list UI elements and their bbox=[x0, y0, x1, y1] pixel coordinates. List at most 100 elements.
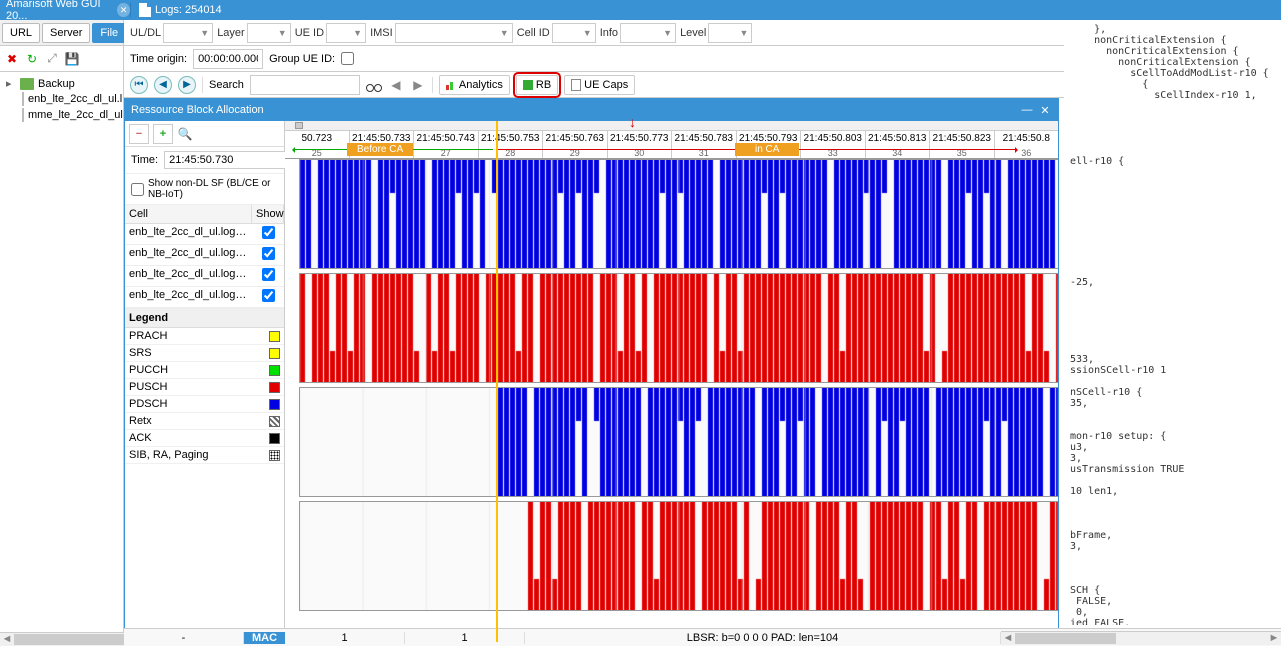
show-non-dl-checkbox[interactable] bbox=[131, 183, 144, 196]
rb-track bbox=[299, 501, 1058, 611]
logs-title: Logs: 254014 bbox=[155, 4, 222, 16]
tab-file[interactable]: File bbox=[92, 23, 126, 43]
layer-label: Layer bbox=[217, 27, 245, 39]
legend-row: PUCCH bbox=[125, 362, 284, 379]
cell-row[interactable]: enb_lte_2cc_dl_ul.log.zip/#2 DL bbox=[125, 266, 284, 287]
rb-button[interactable]: RB bbox=[516, 75, 558, 95]
cell-column-header[interactable]: Cell bbox=[125, 205, 252, 223]
legend-label: PUSCH bbox=[129, 381, 168, 393]
cell-show-checkbox[interactable] bbox=[252, 266, 284, 286]
level-label: Level bbox=[680, 27, 706, 39]
rb-allocation-window: Ressource Block Allocation — ✕ − + 🔍 Tim… bbox=[124, 98, 1059, 643]
document-icon bbox=[139, 3, 151, 17]
app-tab-close-icon[interactable]: ✕ bbox=[117, 3, 130, 17]
save-icon[interactable]: 💾 bbox=[64, 51, 80, 67]
minimize-icon[interactable]: — bbox=[1020, 103, 1034, 117]
show-non-dl-label: Show non-DL SF (BL/CE or NB-IoT) bbox=[148, 178, 278, 200]
tree-folder-backup[interactable]: ▸ Backup bbox=[4, 76, 119, 91]
rb-track bbox=[299, 387, 1058, 497]
timeline-cell: 21:45:50.80333 bbox=[801, 131, 866, 158]
rb-add-button[interactable]: + bbox=[153, 124, 173, 144]
cell-show-checkbox[interactable] bbox=[252, 287, 284, 307]
cell-name: enb_lte_2cc_dl_ul.log.zip/#1 DL bbox=[125, 224, 252, 244]
uldl-label: UL/DL bbox=[130, 27, 161, 39]
tab-url[interactable]: URL bbox=[2, 23, 40, 43]
expand-icon[interactable]: ⤢ bbox=[44, 51, 60, 67]
cellid-label: Cell ID bbox=[517, 27, 550, 39]
scrollbar-thumb[interactable] bbox=[1015, 633, 1116, 644]
cell-row[interactable]: enb_lte_2cc_dl_ul.log.zip/#1 DL bbox=[125, 224, 284, 245]
tree-file-mme[interactable]: mme_lte_2cc_dl_ul... bbox=[4, 107, 119, 123]
tree-file-enb[interactable]: enb_lte_2cc_dl_ul.l... bbox=[4, 91, 119, 107]
scroll-left-icon[interactable]: ◄ bbox=[1001, 632, 1015, 645]
close-icon[interactable]: ✕ bbox=[1038, 103, 1052, 117]
legend-swatch-icon bbox=[269, 450, 280, 461]
search-input[interactable] bbox=[250, 75, 360, 95]
rb-remove-button[interactable]: − bbox=[129, 124, 149, 144]
status-col-2: 1 bbox=[405, 632, 525, 644]
timeline-cell: 21:45:50.74327 bbox=[414, 131, 479, 158]
nav-next-icon[interactable]: ▶ bbox=[178, 76, 196, 94]
ca-boundary-line bbox=[496, 121, 498, 642]
legend-label: SIB, RA, Paging bbox=[129, 449, 209, 461]
ueid-label: UE ID bbox=[295, 27, 324, 39]
cellid-combo[interactable]: ▼ bbox=[552, 23, 596, 43]
scrollbar-track[interactable] bbox=[1015, 632, 1267, 645]
file-icon bbox=[22, 92, 24, 106]
rb-icon bbox=[523, 80, 533, 90]
timeline-scrollbar[interactable] bbox=[285, 121, 1058, 131]
tree-file-label: enb_lte_2cc_dl_ul.l... bbox=[28, 93, 123, 105]
refresh-icon[interactable]: ↻ bbox=[24, 51, 40, 67]
timeline-cell: 50.72325 bbox=[285, 131, 350, 158]
file-icon bbox=[22, 108, 24, 122]
info-combo[interactable]: ▼ bbox=[620, 23, 676, 43]
nav-prev-icon[interactable]: ◀ bbox=[154, 76, 172, 94]
timeline-cell: 21:45:50.75328 bbox=[479, 131, 544, 158]
legend-row: Retx bbox=[125, 413, 284, 430]
cell-name: enb_lte_2cc_dl_ul.log.zip/#2 UL bbox=[125, 287, 252, 307]
timeline-cell: 21:45:50.82335 bbox=[930, 131, 995, 158]
search-next-icon[interactable]: ▶ bbox=[410, 77, 426, 93]
search-prev-icon[interactable]: ◀ bbox=[388, 77, 404, 93]
legend-swatch-icon bbox=[269, 365, 280, 376]
legend-label: PDSCH bbox=[129, 398, 168, 410]
rb-time-label: Time: bbox=[131, 154, 158, 166]
analytics-label: Analytics bbox=[459, 79, 503, 91]
cell-name: enb_lte_2cc_dl_ul.log.zip/#2 DL bbox=[125, 266, 252, 286]
analytics-icon bbox=[446, 80, 456, 90]
binoculars-icon[interactable] bbox=[366, 78, 382, 92]
scroll-right-icon[interactable]: ► bbox=[1267, 632, 1281, 645]
timeline-cell: 21:45:50.76329 bbox=[543, 131, 608, 158]
expander-icon[interactable]: ▸ bbox=[6, 77, 16, 90]
analytics-button[interactable]: Analytics bbox=[439, 75, 510, 95]
legend-swatch-icon bbox=[269, 416, 280, 427]
nav-first-icon[interactable]: ⏮ bbox=[130, 76, 148, 94]
layer-combo[interactable]: ▼ bbox=[247, 23, 291, 43]
magnifier-icon[interactable]: 🔍 bbox=[177, 126, 193, 142]
cell-show-checkbox[interactable] bbox=[252, 224, 284, 244]
group-ueid-checkbox[interactable] bbox=[341, 52, 354, 65]
legend-row: ACK bbox=[125, 430, 284, 447]
annotation-arrow-icon: ↓ bbox=[629, 114, 636, 130]
scroll-left-icon[interactable]: ◄ bbox=[0, 633, 14, 646]
timeline-cell: 21:45:50.77330 bbox=[608, 131, 673, 158]
legend-row: PDSCH bbox=[125, 396, 284, 413]
tab-server[interactable]: Server bbox=[42, 23, 90, 43]
tree-file-label: mme_lte_2cc_dl_ul... bbox=[28, 109, 123, 121]
legend-swatch-icon bbox=[269, 382, 280, 393]
timeline-cell: 21:45:50.836 bbox=[995, 131, 1059, 158]
log-code-panel: }, nonCriticalExtension { nonCriticalExt… bbox=[1064, 20, 1281, 625]
time-origin-input[interactable] bbox=[193, 49, 263, 69]
cell-row[interactable]: enb_lte_2cc_dl_ul.log.zip/#2 UL bbox=[125, 287, 284, 308]
uldl-combo[interactable]: ▼ bbox=[163, 23, 213, 43]
delete-icon[interactable]: ✖ bbox=[4, 51, 20, 67]
ueid-combo[interactable]: ▼ bbox=[326, 23, 366, 43]
uecaps-button[interactable]: UE Caps bbox=[564, 75, 635, 95]
cell-row[interactable]: enb_lte_2cc_dl_ul.log.zip/#1 UL bbox=[125, 245, 284, 266]
cell-show-checkbox[interactable] bbox=[252, 245, 284, 265]
show-column-header[interactable]: Show bbox=[252, 205, 284, 223]
timeline-thumb[interactable] bbox=[295, 122, 303, 129]
imsi-combo[interactable]: ▼ bbox=[395, 23, 513, 43]
legend-swatch-icon bbox=[269, 348, 280, 359]
level-combo[interactable]: ▼ bbox=[708, 23, 752, 43]
